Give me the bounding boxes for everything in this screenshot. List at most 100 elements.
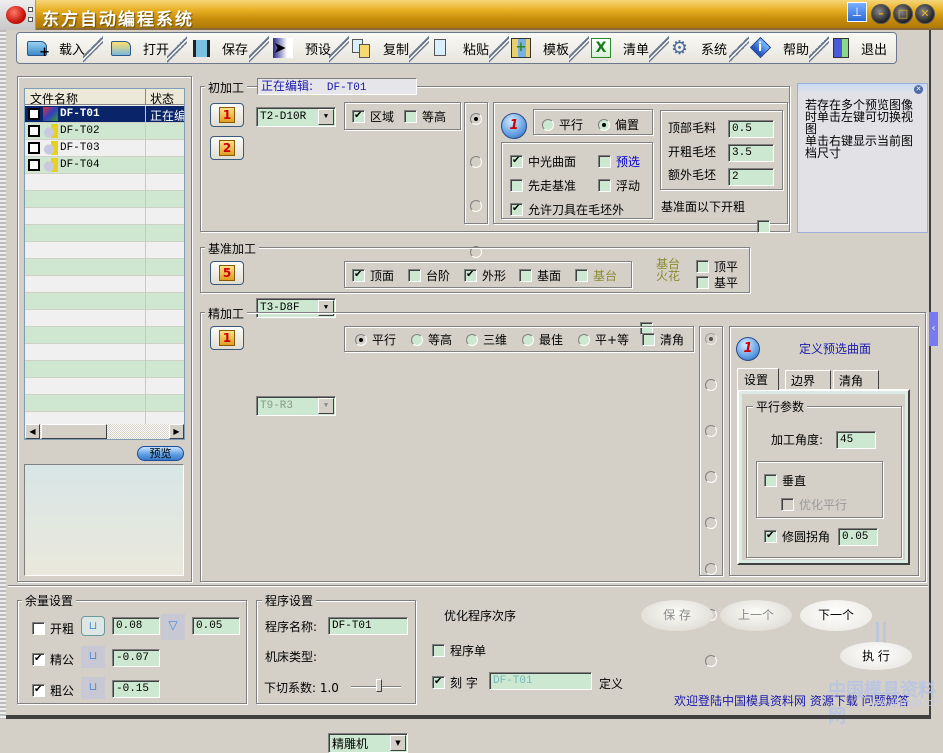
finish-mode-radio-8[interactable] [705,654,717,667]
contour-checkbox[interactable]: 等高 [404,108,446,125]
rough-mode-radio-3[interactable] [470,199,482,212]
toolbar-preset-button[interactable]: ➤ 预设 [273,33,331,63]
close-circle-icon[interactable]: ✕ [914,85,923,94]
allowance-coarse-checkbox[interactable]: 粗公 [32,682,74,699]
strategy-contour-dot[interactable] [411,333,423,346]
top-face-check[interactable] [352,269,365,282]
toolbar-open-button[interactable]: 打开 [111,33,169,63]
allowance-rough-check[interactable] [32,622,45,635]
allow-outside-check[interactable] [510,203,523,216]
maximize-button[interactable]: □ [893,4,913,24]
rough-tool-2-button[interactable]: 2 [210,136,244,160]
allowance-fine-check[interactable] [32,653,45,666]
file-list[interactable]: 文件名称 状态 DF-T01 正在编 DF-T02 DF-T03 DF-T04 ◀ ▶ [24,88,185,440]
engrave-define-link[interactable]: 定义 [599,675,623,692]
collapse-panel-tab[interactable]: ‹ [929,312,938,346]
define-surface-link[interactable]: 定义预选曲面 [799,340,871,357]
column-header-status[interactable]: 状态 [150,90,174,107]
rough-stock-input[interactable]: 3.5 [728,144,774,162]
close-button[interactable]: ✕ [915,4,935,24]
step-check[interactable] [408,269,421,282]
float-check[interactable] [598,179,611,192]
fine-tool-shape-icon[interactable]: ⊔ [81,646,105,668]
cut-factor-slider-thumb[interactable] [375,679,382,692]
base-flat-checkbox[interactable]: 基平 [696,274,738,291]
file-list-row[interactable]: DF-T04 [25,157,184,174]
rough-tool-side-icon[interactable]: ▽ [161,614,185,640]
offset-radio-dot[interactable] [598,118,610,131]
finish-mode-radio-1[interactable] [705,332,717,345]
allowance-rough-input[interactable]: 0.08 [112,617,160,635]
outline-checkbox[interactable]: 外形 [464,267,506,284]
strategy-best-dot[interactable] [522,333,534,346]
step-checkbox[interactable]: 台阶 [408,267,450,284]
region-check[interactable] [352,110,365,123]
tab-boundary[interactable]: 边界 [785,370,831,389]
program-name-input[interactable]: DF-T01 [328,617,408,635]
float-checkbox[interactable]: 浮动 [598,177,640,194]
preselect-checkbox[interactable]: 预选 [598,153,640,170]
previous-button[interactable]: 上一个 [720,600,792,631]
strategy-parallel-dot[interactable] [355,333,367,346]
region-checkbox[interactable]: 区域 [352,108,394,125]
file-checkbox[interactable] [28,142,40,154]
top-flat-check[interactable] [696,260,709,273]
round-corner-input[interactable]: 0.05 [838,528,878,546]
base-first-check[interactable] [510,179,523,192]
minimize-button[interactable]: – [871,4,891,24]
file-checkbox[interactable] [28,108,40,120]
base-tool-button[interactable]: 5 [210,261,244,285]
strategy-3d-radio[interactable]: 三维 [466,331,507,348]
offset-radio[interactable]: 偏置 [598,116,639,133]
execute-button[interactable]: 执 行 [840,642,912,670]
finish-mode-radio-3[interactable] [705,424,717,437]
rough-mode-radio-1[interactable] [470,112,482,125]
contour-check[interactable] [404,110,417,123]
finish-mode-radio-4[interactable] [705,470,717,483]
medium-surface-checkbox[interactable]: 中光曲面 [510,153,576,170]
strategy-parallel-contour-dot[interactable] [578,333,590,346]
extra-stock-input[interactable]: 2 [728,168,774,186]
base-first-checkbox[interactable]: 先走基准 [510,177,576,194]
parallel-radio-dot[interactable] [542,118,554,131]
allowance-coarse-check[interactable] [32,684,45,697]
toolbar-template-button[interactable]: + 模板 [511,33,569,63]
finish-tool-button[interactable]: 1 [210,326,244,350]
column-header-filename[interactable]: 文件名称 [30,90,78,107]
tab-clean-corner[interactable]: 清角 [833,370,879,389]
base-face-check[interactable] [519,269,532,282]
finish-tool-combo[interactable]: T9-R3 ▼ [256,396,336,416]
clean-corner-check[interactable] [642,333,655,346]
strategy-parallel-contour-radio[interactable]: 平+等 [578,331,629,348]
strategy-best-radio[interactable]: 最佳 [522,331,563,348]
scroll-left-button[interactable]: ◀ [25,424,40,439]
file-checkbox[interactable] [28,159,40,171]
system-menu[interactable] [0,0,36,30]
program-sheet-check[interactable] [432,644,445,657]
engrave-checkbox[interactable]: 刻 字 [432,674,478,691]
machine-type-select[interactable]: 精雕机 ▼ [328,733,408,753]
vertical-checkbox[interactable]: 垂直 [764,472,806,489]
strategy-parallel-radio[interactable]: 平行 [355,331,396,348]
pin-icon[interactable]: ⊥ [847,2,867,22]
medium-surface-check[interactable] [510,155,523,168]
strategy-3d-dot[interactable] [466,333,478,346]
allowance-rough-checkbox[interactable]: 开粗 [32,620,74,637]
preview-image-area[interactable] [24,464,184,576]
top-stock-input[interactable]: 0.5 [728,120,774,138]
base-face-checkbox[interactable]: 基面 [519,267,561,284]
top-face-checkbox[interactable]: 顶面 [352,267,394,284]
base-platform-checkbox[interactable]: 基台 [575,267,617,284]
save-button[interactable]: 保 存 [641,600,713,631]
clean-corner-checkbox[interactable]: 清角 [642,331,684,348]
file-list-row[interactable]: DF-T02 [25,123,184,140]
angle-input[interactable]: 45 [836,431,876,449]
round-corner-check[interactable] [764,530,777,543]
below-base-checkbox[interactable] [757,220,770,233]
toolbar-load-button[interactable]: + 载入 [27,33,85,63]
optimize-parallel-checkbox[interactable]: 优化平行 [781,496,847,513]
toolbar-system-button[interactable]: ⚙ 系统 [671,33,727,63]
coarse-tool-shape-icon[interactable]: ⊔ [81,677,105,699]
scroll-thumb[interactable] [41,424,107,439]
toolbar-paste-button[interactable]: 粘贴 [431,33,489,63]
